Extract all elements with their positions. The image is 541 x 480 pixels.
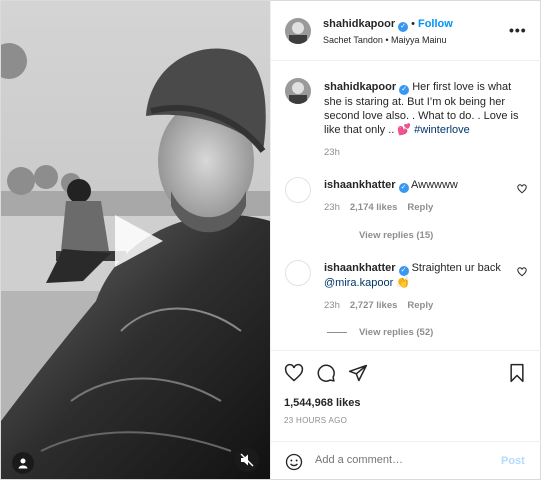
posted-time: 23 HOURS AGO — [284, 416, 348, 425]
comment-meta: 23h 2,727 likes Reply — [324, 300, 433, 311]
comment-time: 23h — [324, 300, 340, 311]
post-button[interactable]: Post — [501, 455, 525, 467]
comment-body: Straighten ur back — [411, 262, 501, 274]
reply-button[interactable]: Reply — [407, 300, 433, 311]
comment-emoji: 👏 — [396, 277, 411, 289]
view-replies-label: View replies (52) — [359, 327, 434, 338]
comment-heart-icon[interactable] — [517, 267, 527, 277]
heart-icon[interactable] — [284, 363, 304, 383]
author-line: shahidkapoor ✓ • Follow — [323, 18, 453, 32]
comment-meta: 23h 2,174 likes Reply — [324, 202, 433, 213]
comment-username[interactable]: ishaankhatter — [324, 179, 396, 191]
comment-input[interactable] — [315, 454, 495, 466]
separator-dot: • — [411, 18, 415, 30]
mute-icon[interactable] — [235, 448, 259, 472]
reply-button[interactable]: Reply — [407, 202, 433, 213]
share-icon[interactable] — [348, 363, 368, 383]
caption-username[interactable]: shahidkapoor — [324, 81, 396, 93]
follow-button[interactable]: Follow — [418, 18, 453, 30]
verified-icon: ✓ — [398, 266, 409, 276]
user-tag-icon[interactable] — [12, 452, 34, 474]
verified-icon: ✓ — [399, 85, 410, 95]
comment-avatar[interactable] — [285, 260, 311, 286]
play-icon[interactable] — [111, 211, 167, 271]
comment-text: ishaankhatter ✓ Straighten ur back @mira.… — [324, 261, 514, 290]
view-replies-button[interactable]: View replies (52) — [327, 327, 433, 338]
add-comment-bar: Post — [271, 441, 541, 479]
comment-avatar[interactable] — [285, 177, 311, 203]
mention-link[interactable]: @mira.kapoor — [324, 277, 393, 289]
emoji-icon[interactable] — [285, 453, 303, 471]
replies-divider — [327, 331, 347, 333]
comment-likes[interactable]: 2,174 likes — [350, 202, 398, 213]
action-bar: 1,544,968 likes 23 HOURS AGO — [271, 350, 541, 430]
comment-username[interactable]: ishaankhatter — [324, 262, 396, 274]
caption-text: shahidkapoor ✓ Her first love is what she… — [324, 80, 529, 137]
view-replies-button[interactable]: View replies (15) — [359, 230, 433, 241]
verified-icon: ✓ — [398, 183, 409, 193]
comment-likes[interactable]: 2,727 likes — [350, 300, 398, 311]
post-video[interactable] — [1, 1, 270, 479]
post-header: shahidkapoor ✓ • Follow Sachet Tandon • Mai… — [271, 1, 541, 61]
post-details-panel: shahidkapoor ✓ • Follow Sachet Tandon • Mai… — [270, 1, 541, 479]
verified-icon: ✓ — [398, 22, 409, 32]
comment-text: ishaankhatter ✓ Awwwww — [324, 178, 514, 193]
comment-icon[interactable] — [316, 363, 336, 383]
comment-time: 23h — [324, 202, 340, 213]
bookmark-icon[interactable] — [508, 363, 526, 383]
caption-time: 23h — [324, 147, 340, 158]
author-avatar[interactable] — [285, 18, 311, 44]
comment-body: Awwwww — [410, 179, 458, 191]
audio-track-link[interactable]: Sachet Tandon • Maiyya Mainu — [323, 35, 447, 45]
hashtag-link[interactable]: #winterlove — [414, 124, 470, 136]
author-username[interactable]: shahidkapoor — [323, 18, 395, 30]
likes-count[interactable]: 1,544,968 likes — [284, 397, 360, 409]
caption-avatar[interactable] — [285, 78, 311, 104]
comment-heart-icon[interactable] — [517, 184, 527, 194]
more-icon[interactable]: ••• — [509, 23, 527, 37]
